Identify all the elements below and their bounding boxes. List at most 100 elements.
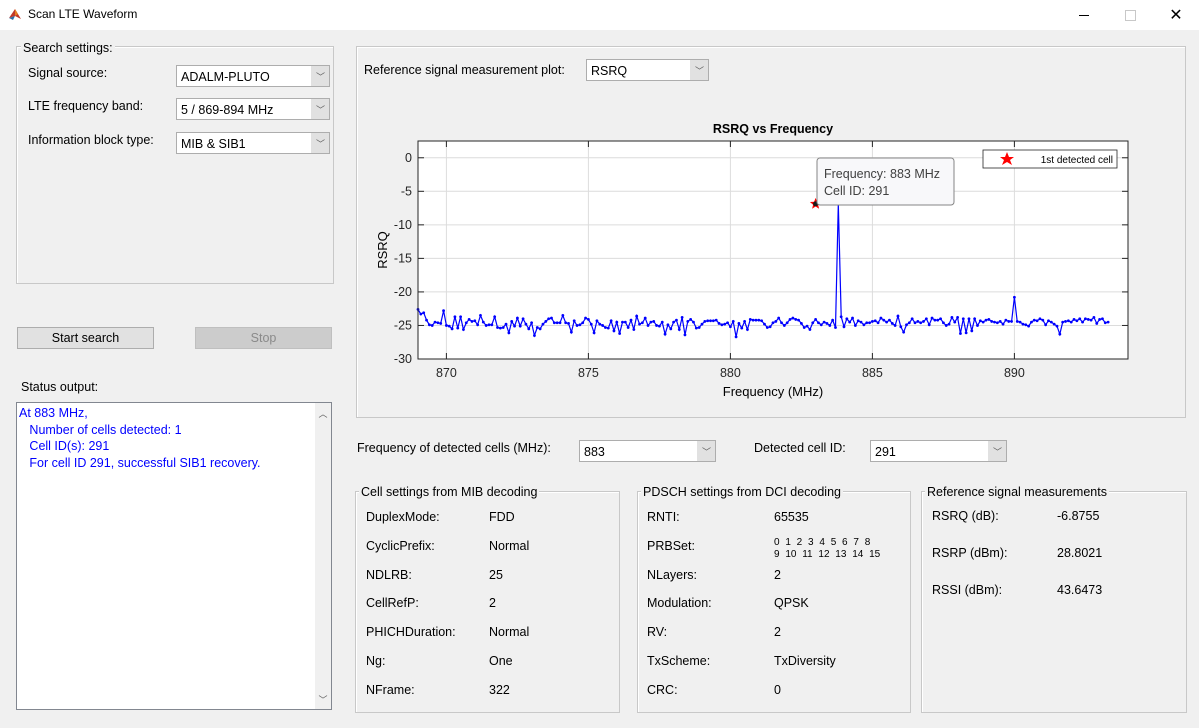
data-point: [1078, 317, 1082, 321]
data-point: [1018, 320, 1022, 324]
pdsch-value: 65535: [774, 510, 809, 524]
data-point: [703, 320, 707, 323]
data-point: [751, 318, 755, 322]
mib-key: NFrame:: [366, 682, 415, 697]
y-tick-label: -15: [394, 251, 412, 265]
data-point: [936, 318, 940, 322]
data-point: [839, 315, 843, 319]
data-point: [817, 321, 820, 325]
data-point: [998, 320, 1002, 323]
data-point: [1027, 324, 1030, 328]
mib-value: 322: [489, 682, 510, 697]
mib-key: DuplexMode:: [366, 510, 440, 524]
data-point: [552, 321, 556, 325]
data-point: [1089, 318, 1093, 322]
refsig-key: RSRQ (dB):: [932, 509, 999, 523]
data-point: [768, 325, 772, 329]
x-axis-label: Frequency (MHz): [723, 384, 823, 399]
pdsch-value: 2: [774, 625, 781, 640]
data-point: [765, 326, 769, 329]
data-point: [433, 320, 437, 324]
data-point: [1103, 321, 1107, 325]
data-point: [535, 326, 539, 329]
data-point: [564, 321, 568, 325]
data-point: [924, 317, 928, 321]
data-point: [581, 321, 585, 325]
pdsch-value: 0: [774, 682, 781, 697]
data-point: [646, 324, 650, 327]
data-point: [516, 316, 519, 320]
data-point: [626, 326, 630, 329]
data-point: [959, 332, 962, 335]
data-point: [680, 316, 684, 319]
data-point: [521, 317, 525, 321]
data-point: [706, 319, 710, 323]
data-point: [1038, 317, 1042, 321]
data-point: [1032, 318, 1036, 322]
data-point: [445, 324, 448, 327]
x-tick-label: 880: [720, 366, 741, 380]
data-point: [504, 322, 508, 326]
rsrq-chart[interactable]: RSRQ vs Frequency 870 875 880 885 890 0 -5 -10 -…: [0, 0, 1199, 420]
mib-value: Normal: [489, 538, 530, 553]
data-point: [524, 322, 528, 326]
data-point: [683, 333, 687, 337]
data-point: [694, 326, 698, 330]
scroll-down-icon[interactable]: ﹀: [315, 691, 331, 707]
data-point: [853, 324, 857, 327]
data-point: [978, 319, 982, 323]
mib-key: PHICHDuration:: [366, 625, 456, 640]
data-point: [584, 316, 587, 320]
data-point: [1106, 320, 1110, 324]
data-point: [615, 320, 619, 324]
x-tick-label: 890: [1004, 366, 1025, 380]
data-point: [976, 324, 979, 327]
data-point: [1030, 320, 1033, 324]
data-point: [896, 314, 900, 318]
status-output-textarea[interactable]: At 883 MHz, Number of cells detected: 1 …: [16, 402, 332, 710]
mib-value: One: [489, 654, 513, 668]
detected-cell-id-dropdown[interactable]: 291 ﹀: [870, 440, 1007, 462]
pdsch-value: 2: [774, 567, 781, 582]
status-scrollbar[interactable]: ︿ ﹀: [315, 403, 331, 709]
data-point: [714, 318, 718, 322]
data-point: [967, 317, 971, 321]
data-point: [984, 318, 988, 322]
data-point: [453, 315, 457, 319]
data-point: [856, 319, 860, 323]
data-point: [632, 328, 636, 331]
detected-frequency-dropdown[interactable]: 883 ﹀: [579, 440, 716, 462]
data-point: [1095, 322, 1099, 325]
data-point: [598, 322, 602, 326]
data-point: [459, 315, 462, 319]
mib-key: CellRefP:: [366, 596, 419, 611]
data-point: [1098, 318, 1101, 321]
mib-key: Ng:: [366, 654, 386, 668]
data-point: [1081, 320, 1084, 324]
detected-frequency-value: 883: [584, 445, 605, 459]
data-point: [1049, 320, 1053, 324]
datatip[interactable]: Frequency: 883 MHz Cell ID: 291: [816, 157, 955, 206]
data-point: [981, 320, 985, 324]
data-point: [910, 317, 914, 321]
data-point: [419, 312, 423, 316]
data-point: [629, 318, 633, 322]
data-point: [558, 321, 562, 325]
data-point: [547, 317, 551, 321]
data-point: [709, 319, 712, 323]
y-tick-label: -25: [394, 318, 412, 332]
data-point: [550, 316, 553, 320]
refsig-value: 43.6473: [1057, 583, 1103, 597]
data-point: [533, 334, 536, 337]
pdsch-value: TxDiversity: [774, 654, 836, 668]
data-point: [930, 316, 934, 320]
data-point: [1084, 317, 1087, 321]
data-point: [575, 324, 579, 327]
data-point: [814, 318, 817, 321]
data-point: [1001, 322, 1005, 326]
data-point: [913, 321, 917, 325]
chart-legend: 1st detected cell: [982, 149, 1118, 169]
data-point: [652, 320, 656, 323]
data-point: [780, 321, 783, 325]
data-point: [774, 320, 778, 323]
